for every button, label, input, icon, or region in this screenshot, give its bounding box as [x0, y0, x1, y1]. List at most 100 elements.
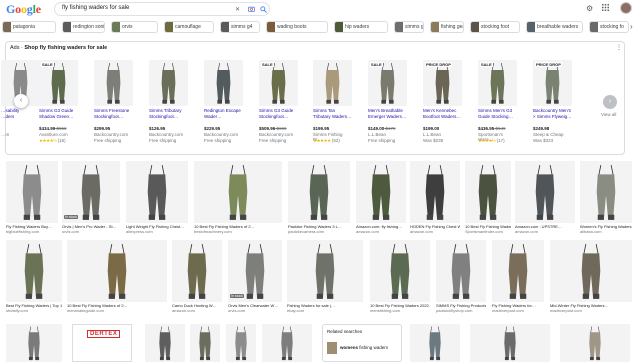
result-image [492, 240, 544, 302]
related-searches-card[interactable]: Related searches womens fishing waders [322, 324, 402, 362]
gear-icon[interactable]: ⚙ [586, 4, 593, 13]
apps-grid-icon[interactable] [602, 4, 609, 13]
product-image: SALE [259, 60, 298, 106]
product-image: SALE [39, 60, 78, 106]
chip-patagonia[interactable]: patagonia [2, 21, 56, 33]
result-source: amazon.com [356, 229, 379, 234]
product-card[interactable]: PRICE DROP Backcountry Men's × Simms Flyw… [533, 60, 572, 152]
image-result[interactable]: HODEN Fly Fishing Chest Wad…amazon.com [410, 161, 460, 235]
product-rating: ★★★★½ (16) [39, 138, 66, 143]
wader-silhouette [152, 324, 178, 362]
result-source: orvis.com [62, 229, 80, 234]
image-result[interactable] [410, 324, 460, 362]
image-result[interactable]: Women's Fly Fishing Waders… alibaba.com [580, 161, 632, 235]
image-result[interactable]: SIMMS Fly Fishing Products paddockflyshop… [436, 240, 486, 314]
result-image [6, 324, 62, 362]
image-result[interactable] [262, 324, 312, 362]
camera-icon[interactable] [248, 6, 255, 14]
chip-stocking-fo[interactable]: stocking fo [589, 21, 629, 33]
chip-wading-boots[interactable]: wading boots [266, 21, 328, 33]
sale-badge: SALE [41, 62, 54, 67]
wader-silhouette [96, 240, 138, 302]
image-result[interactable]: 10 Best Fly Fishing Waders of 2… bestofma… [194, 161, 282, 235]
product-name[interactable]: …sability …ders [1, 108, 43, 119]
image-result[interactable] [145, 324, 185, 362]
image-result[interactable]: 10 Best Fly Fishing Waders…Sportsmanfind… [465, 161, 511, 235]
image-result[interactable] [560, 324, 630, 362]
product-price: $199.95 [313, 126, 330, 131]
product-name[interactable]: Simms Freestone Stockingfoot… [94, 108, 136, 119]
image-result[interactable]: Pautzke Fishing Waders 3 L… pautzkecamera… [288, 161, 350, 235]
result-source: madriverpost.com [550, 308, 582, 313]
more-vert-icon[interactable]: ⋮ [616, 44, 622, 51]
product-name[interactable]: Backcountry Men's × Simms Flyweig… [533, 108, 575, 119]
wader-silhouette [136, 161, 178, 223]
image-result[interactable]: Fly Fishing Waders Buy… bigbluefishing.co… [6, 161, 58, 235]
chip-simms-g3[interactable]: simms g3 [394, 21, 424, 33]
image-result[interactable]: Fishing Waders for sale |… ebay.com [287, 240, 363, 314]
product-card[interactable]: Simms Tributary Stockingfoot… $126.95 Back… [149, 60, 188, 152]
product-card[interactable]: Redington Escape Wader… $229.95 Backcountr… [204, 60, 243, 152]
image-result[interactable] [6, 324, 62, 362]
result-image [410, 161, 460, 223]
product-name[interactable]: Simms Men's G3 Guide Stocking… [478, 108, 520, 119]
result-image [580, 161, 632, 223]
chip-stocking-foot[interactable]: stocking foot [470, 21, 520, 33]
result-source: amazon.com [410, 229, 433, 234]
product-card[interactable]: PRICE DROP Men's Kennebec Bootfoot Waders… [423, 60, 462, 152]
image-result[interactable]: In stock Orvis | Men's Pro Wader - St… orv… [62, 161, 120, 235]
image-result[interactable]: Light Weight Fly Fishing Chest… aliexpres… [126, 161, 188, 235]
chip-thumbnail [112, 22, 120, 32]
product-name[interactable]: Simms G3 Guide Stockingfoot… [259, 108, 301, 119]
product-store: L.L.Bean [423, 132, 442, 137]
product-card[interactable]: SALE Simms Men's G3 Guide Stocking… $436.9… [478, 60, 517, 152]
chip-redington-sonic[interactable]: redington sonic [62, 21, 105, 33]
product-name[interactable]: Redington Escape Wader… [204, 108, 246, 119]
product-price: $299.95 [94, 126, 111, 131]
chip-hip-waders[interactable]: hip waders [334, 21, 388, 33]
product-card[interactable]: Simms Freestone Stockingfoot… $299.95 Back… [94, 60, 133, 152]
chip-fishing-gear[interactable]: fishing gear [430, 21, 464, 33]
google-logo[interactable]: Google [6, 2, 41, 17]
image-result[interactable]: Amazon.com : UPSTRE… amazon.com [515, 161, 575, 235]
search-icon[interactable] [260, 6, 267, 15]
image-result[interactable]: 10 Best Fly Fishing Waders of 2… mensnake… [67, 240, 167, 314]
result-image [410, 324, 460, 362]
product-name[interactable]: Men's Breathable Emerger Waders… [368, 108, 410, 119]
image-result[interactable]: Best Fly Fishing Waders | Top 11… shotsfl… [6, 240, 62, 314]
product-card[interactable]: SALE Simms G3 Guide Shadow Green… $434.99 … [39, 60, 78, 152]
chevron-right-icon[interactable]: › [630, 22, 633, 31]
image-result[interactable] [190, 324, 220, 362]
product-name[interactable]: Simms Tan Tributary Waders… [313, 108, 355, 119]
product-card[interactable]: Simms Tan Tributary Waders… $199.95 Simms … [313, 60, 352, 152]
image-result[interactable]: In stock Orvis Men's Clearwater W… orvis.c… [228, 240, 282, 314]
view-all-link[interactable]: View all [601, 112, 616, 117]
image-result[interactable]: Fly Fishing Waders for… madriverpost.com [492, 240, 544, 314]
related-thumbnail [327, 342, 337, 354]
related-query[interactable]: womens fishing waders [340, 345, 388, 350]
carousel-next-button[interactable]: › [603, 95, 617, 109]
carousel-prev-button[interactable]: ‹ [14, 94, 28, 108]
search-input[interactable]: fly fishing waders for sale [62, 5, 129, 11]
chip-orvis[interactable]: orvis [111, 21, 158, 33]
chip-camouflage[interactable]: camouflage [164, 21, 214, 33]
image-result[interactable]: Camo Duck Hunting W… amazon.com [172, 240, 222, 314]
image-result[interactable]: Amazon.com: fly fishing… amazon.com [356, 161, 406, 235]
close-icon[interactable]: ✕ [235, 6, 240, 13]
wader-silhouette [234, 240, 276, 302]
image-result[interactable]: Mid-Winter Fly Fishing Waders… madriverpo… [550, 240, 632, 314]
product-name[interactable]: Men's Kennebec Bootfoot Waders… [423, 108, 465, 119]
image-result-dertex[interactable]: DERTEX [72, 324, 132, 362]
avatar[interactable] [620, 2, 632, 14]
search-box[interactable]: fly fishing waders for sale ✕ [54, 2, 270, 16]
product-card[interactable]: SALE Men's Breathable Emerger Waders… $149… [368, 60, 407, 152]
image-result[interactable] [470, 324, 550, 362]
product-name[interactable]: Simms Tributary Stockingfoot… [149, 108, 191, 119]
chip-simms-g4[interactable]: simms g4 [220, 21, 260, 33]
image-result[interactable] [226, 324, 256, 362]
product-name[interactable]: Simms G3 Guide Shadow Green… [39, 108, 81, 119]
result-source: mensnakeguide.com [67, 308, 104, 313]
image-result[interactable]: 10 Best Fly Fishing Waders 2022… mensfish… [370, 240, 430, 314]
chip-breathable-waders[interactable]: breathable waders [526, 21, 583, 33]
product-card[interactable]: SALE Simms G3 Guide Stockingfoot… $509.96 … [259, 60, 298, 152]
